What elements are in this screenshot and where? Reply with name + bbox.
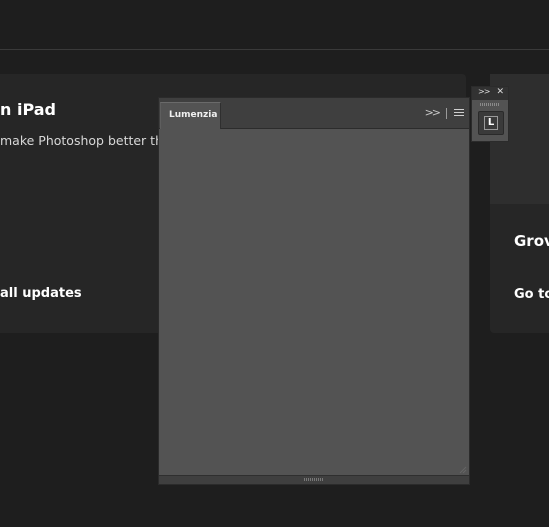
collapsed-panel-dock: >> ✕ L bbox=[471, 86, 509, 142]
hamburger-menu-icon[interactable] bbox=[454, 109, 464, 118]
drag-grip-icon[interactable] bbox=[304, 478, 324, 481]
double-chevron-right-icon[interactable]: >> bbox=[425, 106, 442, 119]
dock-header[interactable]: >> ✕ bbox=[472, 87, 508, 100]
go-to-link[interactable]: Go to bbox=[514, 287, 549, 302]
card-description: make Photoshop better than bbox=[0, 133, 179, 148]
panel-header[interactable]: Lumenzia >> bbox=[159, 98, 469, 129]
close-icon[interactable]: ✕ bbox=[496, 87, 504, 97]
header-separator bbox=[446, 108, 447, 119]
lumenzia-l-icon: L bbox=[484, 116, 498, 130]
card-title: n iPad bbox=[0, 100, 56, 119]
resize-grip-icon[interactable] bbox=[457, 464, 467, 474]
drag-grip-icon[interactable] bbox=[480, 103, 500, 106]
top-divider bbox=[0, 49, 549, 50]
tab-lumenzia[interactable]: Lumenzia bbox=[160, 102, 221, 129]
panel-content-area bbox=[159, 129, 469, 475]
panel-footer[interactable] bbox=[159, 475, 469, 484]
double-chevron-right-icon[interactable]: >> bbox=[478, 87, 490, 96]
lumenzia-panel-button[interactable]: L bbox=[478, 111, 504, 135]
all-updates-link[interactable]: all updates bbox=[0, 286, 82, 301]
lumenzia-panel: Lumenzia >> bbox=[158, 97, 470, 485]
card-title: Grov bbox=[514, 232, 549, 250]
